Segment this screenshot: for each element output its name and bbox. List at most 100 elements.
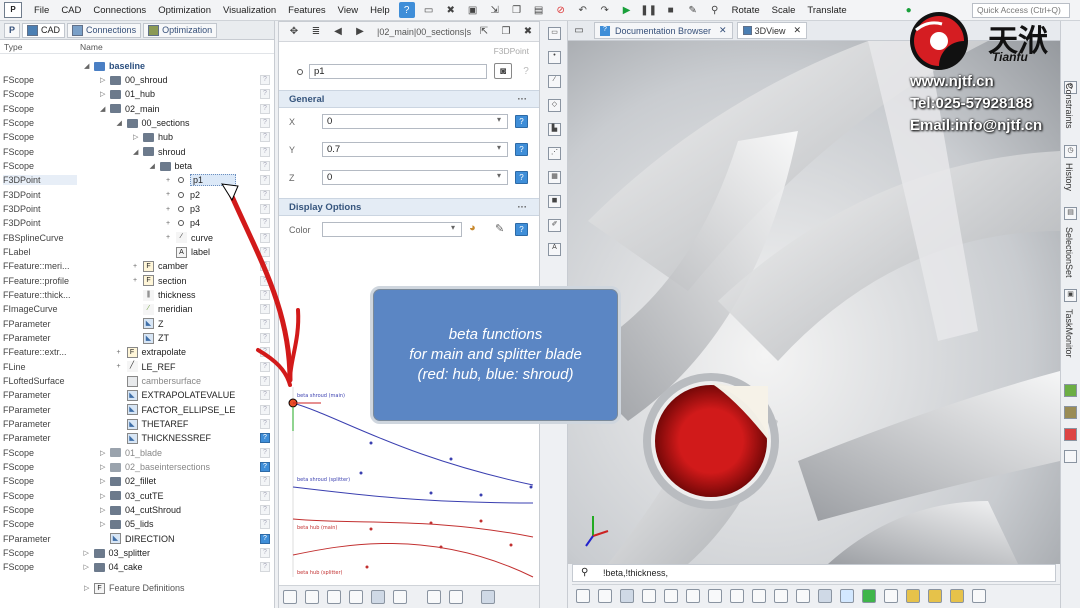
label-icon[interactable]: A xyxy=(548,243,561,256)
chevron-down-icon[interactable]: ▾ xyxy=(497,115,501,124)
forward-icon[interactable]: ▶ xyxy=(352,24,368,40)
expand-icon[interactable]: + xyxy=(166,234,176,241)
lock-icon[interactable] xyxy=(862,589,876,603)
coordinate-input[interactable]: 0 xyxy=(322,114,508,129)
cube-icon[interactable] xyxy=(884,589,898,603)
help-icon[interactable]: ? xyxy=(515,171,528,184)
expand-icon[interactable]: ▷ xyxy=(100,492,110,500)
tree-row[interactable]: FScope ◢ 02_main? xyxy=(0,102,274,116)
help-icon[interactable]: ? xyxy=(260,519,270,530)
surface-icon[interactable]: ◇ xyxy=(548,99,561,112)
expand-icon[interactable]: + xyxy=(166,177,176,184)
help-icon[interactable]: ? xyxy=(260,505,270,516)
expand-icon[interactable]: + xyxy=(133,277,143,284)
expand-icon[interactable]: ▷ xyxy=(84,549,94,557)
view-fit-icon[interactable] xyxy=(283,590,297,604)
expand-icon[interactable]: ▷ xyxy=(100,90,110,98)
help-icon[interactable]: ? xyxy=(398,2,415,18)
panel-logo[interactable]: P xyxy=(4,22,21,38)
collapse-icon[interactable]: ◢ xyxy=(133,148,143,156)
redo-icon[interactable]: ↷ xyxy=(597,2,613,18)
copy-icon[interactable]: ❐ xyxy=(498,24,514,40)
reset-view-icon[interactable] xyxy=(972,589,986,603)
tree-row[interactable]: FScope ▷ 02_baseintersections? xyxy=(0,460,274,474)
chevron-down-icon[interactable]: ▾ xyxy=(451,223,455,232)
select-icon[interactable] xyxy=(598,589,612,603)
palette-icon[interactable]: ◕ xyxy=(469,222,476,234)
rotate-button[interactable]: Rotate xyxy=(726,5,766,16)
surface-mode-icon[interactable] xyxy=(371,590,385,604)
help-icon[interactable]: ? xyxy=(515,115,528,128)
tree-row[interactable]: FScope ▷ 03_splitter? xyxy=(0,546,274,560)
axis-z-icon[interactable] xyxy=(950,589,964,603)
collapse-icon[interactable]: ◢ xyxy=(100,105,110,113)
help-icon[interactable]: ? xyxy=(260,118,270,129)
tree-row[interactable]: FParameter ◣ DIRECTION? xyxy=(0,532,274,546)
red-icon[interactable] xyxy=(1064,428,1077,441)
dock-selectionset[interactable]: SelectionSet xyxy=(1064,227,1074,278)
plane-icon[interactable]: ▙ xyxy=(548,123,561,136)
menu-connections[interactable]: Connections xyxy=(87,5,152,16)
measure-icon[interactable] xyxy=(818,589,832,603)
help-icon[interactable]: ? xyxy=(260,161,270,172)
expand-icon[interactable]: ▷ xyxy=(100,76,110,84)
help-icon[interactable]: ? xyxy=(260,476,270,487)
stop-icon[interactable]: ⊘ xyxy=(553,2,569,18)
info-icon[interactable] xyxy=(840,589,854,603)
tree-row[interactable]: FScope ▷ 01_hub? xyxy=(0,87,274,101)
green-icon[interactable] xyxy=(1064,384,1077,397)
edit-icon[interactable]: ✎ xyxy=(685,2,701,18)
section-icon[interactable] xyxy=(708,589,722,603)
dock-history[interactable]: History xyxy=(1064,163,1074,191)
tree-row[interactable]: FScope ▷ 02_fillet? xyxy=(0,474,274,488)
grid-icon[interactable] xyxy=(730,589,744,603)
arrow-icon[interactable] xyxy=(449,590,463,604)
tree-row[interactable]: FParameter ◣ THICKNESSREF? xyxy=(0,431,274,445)
settings-icon[interactable] xyxy=(1064,450,1077,463)
expand-icon[interactable]: ▷ xyxy=(84,563,94,571)
history-icon[interactable]: ◷ xyxy=(1064,145,1077,158)
sketch-icon[interactable]: ✐ xyxy=(548,219,561,232)
menu-features[interactable]: Features xyxy=(282,5,332,16)
close-icon[interactable]: ✕ xyxy=(793,25,801,36)
help-icon[interactable]: ? xyxy=(515,223,528,236)
expand-icon[interactable]: ⇱ xyxy=(476,24,492,40)
zoom-icon[interactable] xyxy=(481,590,495,604)
help-icon[interactable]: ? xyxy=(260,75,270,86)
pause-icon[interactable]: ❚❚ xyxy=(640,2,657,18)
help-icon[interactable]: ? xyxy=(260,433,270,444)
camera-icon[interactable]: ◙ xyxy=(494,63,512,79)
point-mode-icon[interactable] xyxy=(620,589,634,603)
dock-taskmonitor[interactable]: TaskMonitor xyxy=(1064,309,1074,358)
help-icon[interactable]: ? xyxy=(260,562,270,573)
tab-optimization[interactable]: Optimization xyxy=(143,22,218,38)
save-icon[interactable]: ▣ xyxy=(465,2,481,18)
dock-constraints[interactable]: Constraints xyxy=(1064,83,1074,129)
tree-root[interactable]: ◢ baseline xyxy=(0,59,274,73)
coordinate-input[interactable]: 0 xyxy=(322,170,508,185)
more-icon[interactable]: ··· xyxy=(518,94,528,105)
expand-icon[interactable]: ▷ xyxy=(133,133,143,141)
collapse-icon[interactable]: ◢ xyxy=(150,162,160,170)
menu-view[interactable]: View xyxy=(332,5,364,16)
solid-icon[interactable]: ◼ xyxy=(548,195,561,208)
tab-3dview[interactable]: 3DView ✕ xyxy=(736,22,807,39)
help-icon[interactable]: ? xyxy=(260,132,270,143)
curve-mode-icon[interactable] xyxy=(642,589,656,603)
help-icon[interactable]: ? xyxy=(260,89,270,100)
scale-button[interactable]: Scale xyxy=(766,5,802,16)
cube-icon[interactable] xyxy=(427,590,441,604)
play-icon[interactable]: ▶ xyxy=(619,2,635,18)
list-icon[interactable]: ≣ xyxy=(308,24,324,40)
more-icon[interactable]: ··· xyxy=(518,202,528,213)
menu-help[interactable]: Help xyxy=(364,5,396,16)
general-section-header[interactable]: General ··· xyxy=(279,90,539,108)
expand-icon[interactable]: + xyxy=(117,363,127,370)
orbit-icon[interactable] xyxy=(796,589,810,603)
column-type[interactable]: Type xyxy=(4,42,80,52)
copy-icon[interactable]: ❐ xyxy=(509,2,525,18)
tab-connections[interactable]: Connections xyxy=(67,22,142,38)
pin-icon[interactable]: ✥ xyxy=(286,24,302,40)
collapse-icon[interactable]: ◢ xyxy=(84,62,94,70)
undo-icon[interactable]: ↶ xyxy=(575,2,591,18)
